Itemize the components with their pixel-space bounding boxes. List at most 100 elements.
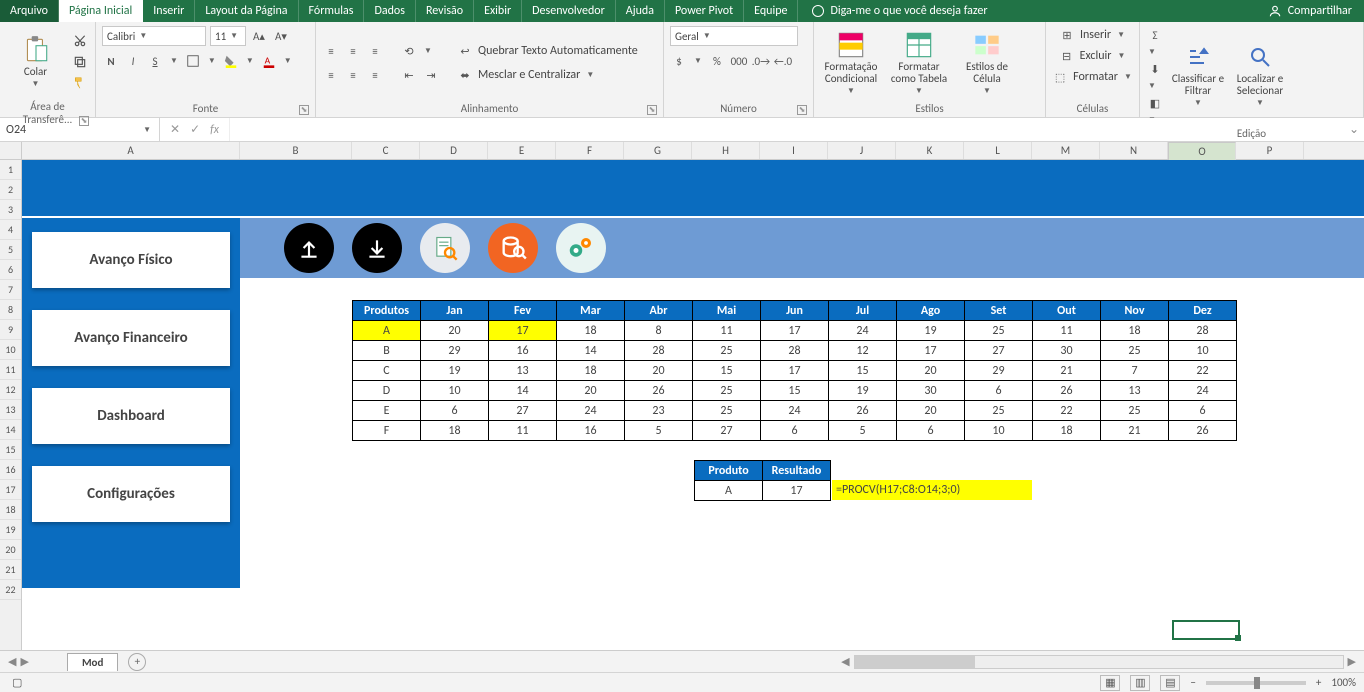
row-header[interactable]: 19	[0, 520, 21, 540]
page-layout-view-icon[interactable]: ▥	[1130, 675, 1150, 691]
sheet-nav-next-icon[interactable]: ▶	[20, 655, 28, 668]
decrease-indent-icon[interactable]: ⇤	[400, 66, 418, 84]
column-header[interactable]: L	[964, 142, 1032, 159]
column-header[interactable]: H	[692, 142, 760, 159]
page-break-view-icon[interactable]: ▤	[1160, 675, 1180, 691]
column-header[interactable]: G	[624, 142, 692, 159]
tab-view[interactable]: Exibir	[474, 0, 522, 22]
zoom-slider[interactable]	[1206, 681, 1306, 685]
row-header[interactable]: 6	[0, 260, 21, 280]
increase-font-icon[interactable]: A▴	[250, 27, 268, 45]
cell-styles-button[interactable]: Estilos de Célula▼	[956, 27, 1018, 99]
align-center-icon[interactable]: ≡	[344, 66, 362, 84]
autosum-icon[interactable]: Σ	[1146, 26, 1164, 44]
row-header[interactable]: 7	[0, 280, 21, 300]
increase-decimal-icon[interactable]: .0→	[752, 52, 770, 70]
clear-icon[interactable]: ◧	[1146, 94, 1164, 112]
row-header[interactable]: 21	[0, 560, 21, 580]
worksheet-grid[interactable]: 12345678910111213141516171819202122 Avan…	[0, 160, 1364, 650]
gears-icon[interactable]	[556, 223, 606, 273]
number-format-select[interactable]: Geral▼	[670, 26, 798, 46]
upload-icon[interactable]	[284, 223, 334, 273]
database-search-icon[interactable]	[488, 223, 538, 273]
sidebar-item-avanco-fisico[interactable]: Avanço Físico	[32, 232, 230, 288]
row-header[interactable]: 1	[0, 160, 21, 180]
format-cells-button[interactable]: ⬚Formatar▼	[1051, 68, 1134, 86]
column-header[interactable]: P	[1236, 142, 1304, 159]
row-header[interactable]: 15	[0, 440, 21, 460]
underline-button[interactable]: S	[146, 52, 164, 70]
tab-powerpivot[interactable]: Power Pivot	[665, 0, 744, 22]
tell-me[interactable]: Diga-me o que você deseja fazer	[798, 0, 1001, 22]
sidebar-item-avanco-financeiro[interactable]: Avanço Financeiro	[32, 310, 230, 366]
border-icon[interactable]	[184, 52, 202, 70]
download-icon[interactable]	[352, 223, 402, 273]
cells-area[interactable]: Avanço Físico Avanço Financeiro Dashboar…	[22, 160, 1364, 650]
sheet-tab-active[interactable]: Mod	[67, 653, 118, 671]
font-color-icon[interactable]: A	[260, 52, 278, 70]
column-header[interactable]: I	[760, 142, 828, 159]
align-bottom-icon[interactable]: ≡	[366, 42, 384, 60]
normal-view-icon[interactable]: ▦	[1100, 675, 1120, 691]
column-header[interactable]: M	[1032, 142, 1100, 159]
conditional-formatting-button[interactable]: Formatação Condicional▼	[820, 27, 882, 99]
tab-review[interactable]: Revisão	[416, 0, 474, 22]
tab-file[interactable]: Arquivo	[0, 0, 59, 22]
share-button[interactable]: Compartilhar	[1256, 0, 1364, 22]
row-header[interactable]: 13	[0, 400, 21, 420]
orientation-icon[interactable]: ⟲	[400, 42, 418, 60]
column-header[interactable]: E	[488, 142, 556, 159]
align-top-icon[interactable]: ≡	[322, 42, 340, 60]
tab-insert[interactable]: Inserir	[143, 0, 195, 22]
format-table-button[interactable]: Formatar como Tabela▼	[888, 27, 950, 99]
copy-icon[interactable]	[71, 53, 89, 71]
format-painter-icon[interactable]	[71, 74, 89, 92]
column-header[interactable]: D	[420, 142, 488, 159]
align-middle-icon[interactable]: ≡	[344, 42, 362, 60]
wrap-text-button[interactable]: ↩ Quebrar Texto Automaticamente	[456, 42, 638, 60]
sheet-nav-prev-icon[interactable]: ◀	[8, 655, 16, 668]
add-sheet-button[interactable]: +	[128, 653, 146, 671]
row-header[interactable]: 16	[0, 460, 21, 480]
paste-button[interactable]: Colar ▼	[6, 26, 65, 98]
zoom-out-icon[interactable]: −	[1190, 676, 1195, 689]
scroll-thumb[interactable]	[855, 656, 975, 668]
column-header[interactable]: B	[240, 142, 352, 159]
dialog-launcher-icon[interactable]: ⬊	[797, 105, 807, 115]
row-header[interactable]: 17	[0, 480, 21, 500]
row-header[interactable]: 22	[0, 580, 21, 600]
row-header[interactable]: 4	[0, 220, 21, 240]
sidebar-item-dashboard[interactable]: Dashboard	[32, 388, 230, 444]
tab-team[interactable]: Equipe	[744, 0, 798, 22]
font-name-select[interactable]: Calibri▼	[102, 26, 206, 46]
tab-data[interactable]: Dados	[364, 0, 415, 22]
decrease-decimal-icon[interactable]: ←.0	[774, 52, 792, 70]
row-header[interactable]: 14	[0, 420, 21, 440]
row-header[interactable]: 8	[0, 300, 21, 320]
row-header[interactable]: 5	[0, 240, 21, 260]
horizontal-scrollbar[interactable]: ◀ ▶	[146, 655, 1364, 669]
tab-formulas[interactable]: Fórmulas	[299, 0, 365, 22]
align-left-icon[interactable]: ≡	[322, 66, 340, 84]
bold-button[interactable]: N	[102, 52, 120, 70]
tab-help[interactable]: Ajuda	[616, 0, 665, 22]
zoom-in-icon[interactable]: +	[1316, 676, 1321, 689]
insert-cells-button[interactable]: ⊞Inserir▼	[1058, 26, 1127, 44]
row-header[interactable]: 11	[0, 360, 21, 380]
cancel-icon[interactable]: ✕	[170, 122, 180, 137]
accounting-icon[interactable]: $	[670, 52, 688, 70]
font-size-select[interactable]: 11▼	[210, 26, 246, 46]
column-header[interactable]: J	[828, 142, 896, 159]
cut-icon[interactable]	[71, 32, 89, 50]
italic-button[interactable]: I	[124, 52, 142, 70]
row-header[interactable]: 18	[0, 500, 21, 520]
tab-developer[interactable]: Desenvolvedor	[522, 0, 616, 22]
delete-cells-button[interactable]: ⊟Excluir▼	[1058, 47, 1128, 65]
tab-home[interactable]: Página Inicial	[59, 0, 143, 22]
dialog-launcher-icon[interactable]: ⬊	[647, 105, 657, 115]
column-header[interactable]: F	[556, 142, 624, 159]
sidebar-item-configuracoes[interactable]: Configurações	[32, 466, 230, 522]
column-header[interactable]: K	[896, 142, 964, 159]
tab-layout[interactable]: Layout da Página	[195, 0, 298, 22]
row-header[interactable]: 12	[0, 380, 21, 400]
